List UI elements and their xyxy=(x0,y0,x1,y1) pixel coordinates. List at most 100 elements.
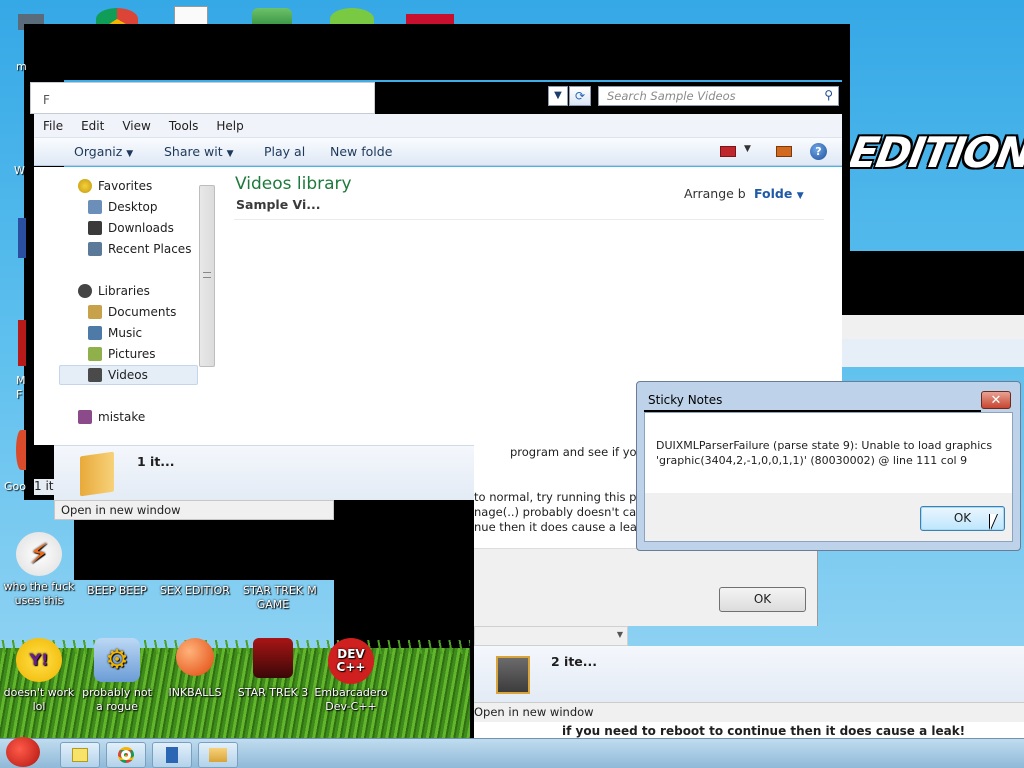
nav-pictures[interactable]: Pictures xyxy=(88,344,156,364)
glitch-region xyxy=(24,24,850,80)
nav-desktop[interactable]: Desktop xyxy=(88,197,158,217)
desktop-icon-rogue[interactable]: ⚙ probably not a rogue xyxy=(78,638,156,714)
nav-favorites-label: Favorites xyxy=(98,179,153,193)
navigation-pane: Favorites Desktop Downloads Recent Place… xyxy=(34,167,216,445)
nav-pictures-label: Pictures xyxy=(108,347,156,361)
nav-music[interactable]: Music xyxy=(88,323,142,343)
details-pane: 1 it... xyxy=(54,445,474,500)
glitch-region xyxy=(842,46,850,251)
nav-downloads[interactable]: Downloads xyxy=(88,218,174,238)
nav-recent-places[interactable]: Recent Places xyxy=(88,239,191,259)
view-options-chevron-icon[interactable]: ▼ xyxy=(744,144,751,154)
folder-icon xyxy=(80,451,114,497)
desktop-icon-beep[interactable]: BEEP BEEP xyxy=(78,584,156,598)
edition-banner-text: EDITION xyxy=(845,128,1024,177)
nav-recent-places-label: Recent Places xyxy=(108,242,192,256)
desktop-icon-sex-editior[interactable]: SEX EDITIOR xyxy=(156,584,234,598)
taskbar-chrome[interactable] xyxy=(106,742,146,768)
dialog-message: DUIXMLParserFailure (parse state 9): Una… xyxy=(656,439,993,452)
desktop-icon-label: BEEP BEEP xyxy=(87,584,147,597)
explorer2-status: Open in new window xyxy=(474,702,1024,722)
sticky-notes-icon xyxy=(72,748,88,762)
scrollbar-grip xyxy=(203,272,211,278)
nav-scrollbar[interactable] xyxy=(199,185,215,367)
arrange-by-label: Arrange b xyxy=(684,186,746,201)
desktop-icon-label: STAR TREK 3 xyxy=(237,686,309,699)
desktop-icon-avast[interactable]: ⚡ who the fuck uses this xyxy=(0,532,78,608)
preview-pane-icon[interactable] xyxy=(776,146,792,157)
help-icon[interactable]: ? xyxy=(810,143,827,160)
nav-documents-label: Documents xyxy=(108,305,177,319)
search-icon: ⚲ xyxy=(824,88,833,102)
play-all-button[interactable]: Play al xyxy=(264,144,305,159)
desktop-icon-star-trek-3[interactable]: STAR TREK 3 xyxy=(234,638,312,700)
menu-item-view[interactable]: View xyxy=(113,119,159,133)
desktop-icon-yahoo[interactable]: Y! doesn't work lol xyxy=(0,638,78,714)
bottom-banner-text: if you need to reboot to continue then i… xyxy=(562,724,966,738)
yahoo-messenger-icon: Y! xyxy=(16,638,62,682)
background-ok-button[interactable]: OK xyxy=(719,587,806,612)
glitch-region xyxy=(842,251,1024,315)
new-folder-button[interactable]: New folde xyxy=(330,144,392,159)
star-icon xyxy=(78,179,92,193)
left-edge-text: Goo xyxy=(4,480,26,493)
nav-music-label: Music xyxy=(108,326,143,340)
inkball-icon xyxy=(176,638,214,676)
taskbar-app[interactable] xyxy=(152,742,192,768)
desktop-icon-inkballs[interactable]: INKBALLS xyxy=(156,638,234,700)
folder-icon xyxy=(78,410,92,424)
menu-item-edit[interactable]: Edit xyxy=(72,119,113,133)
start-button[interactable] xyxy=(0,733,48,768)
header-divider xyxy=(234,219,824,220)
menu-item-tools[interactable]: Tools xyxy=(160,119,208,133)
desktop-icon-label: probably not a rogue xyxy=(82,686,152,713)
nav-favorites[interactable]: Favorites xyxy=(78,176,152,196)
refresh-button[interactable]: ⟳ xyxy=(569,86,591,106)
gears-icon: ⚙ xyxy=(94,638,140,682)
downloads-folder-icon xyxy=(88,221,102,235)
glitch-region xyxy=(74,520,474,580)
taskbar-explorer[interactable] xyxy=(198,742,238,768)
desktop-icon-devcpp[interactable]: DEV C++ Embarcadero Dev-C++ xyxy=(312,638,390,714)
status-fragment: 1 it xyxy=(34,479,54,495)
explorer2-scroll-strip: ▼ xyxy=(474,626,628,646)
chevron-down-icon: ▼ xyxy=(226,149,234,159)
organize-label: Organiz xyxy=(74,144,123,159)
chevron-down-icon: ▼ xyxy=(126,149,134,159)
lightning-icon: ⚡ xyxy=(16,532,62,576)
dialog-message-area xyxy=(645,413,1012,493)
menu-item-help[interactable]: Help xyxy=(207,119,252,133)
address-dropdown-button[interactable]: ▼ xyxy=(548,86,568,106)
desktop-icon-label: Embarcadero Dev-C++ xyxy=(314,686,388,713)
explorer2-item-count: 2 ite... xyxy=(551,654,598,669)
open-in-new-window-label: Open in new window xyxy=(61,503,181,517)
left-edge-text: M F xyxy=(16,374,26,401)
organize-button[interactable]: Organiz ▼ xyxy=(74,144,133,159)
desktop-icon-label: SEX EDITIOR xyxy=(160,584,230,597)
glitch-region xyxy=(842,315,1024,339)
nav-libraries[interactable]: Libraries xyxy=(78,281,150,301)
view-options-icon[interactable] xyxy=(720,146,736,157)
taskbar-sticky-notes[interactable] xyxy=(60,742,100,768)
menu-item-file[interactable]: File xyxy=(34,119,72,133)
nav-mistake[interactable]: mistake xyxy=(78,407,145,427)
desktop-icon-m[interactable]: M xyxy=(292,584,332,598)
desktop-icon-label: M xyxy=(307,584,317,597)
background-dialog-line: nage(..) probably doesn't cause xyxy=(474,505,636,519)
taskbar xyxy=(0,737,1024,768)
window-fragment-title: F xyxy=(43,93,50,107)
videos-icon xyxy=(88,368,102,382)
explorer-icon xyxy=(209,748,227,762)
search-input[interactable]: Search Sample Videos ⚲ xyxy=(598,86,839,106)
share-with-label: Share wit xyxy=(164,144,223,159)
scroll-down-icon[interactable]: ▼ xyxy=(617,630,623,639)
close-button[interactable]: ✕ xyxy=(981,391,1011,409)
share-with-button[interactable]: Share wit ▼ xyxy=(164,144,234,159)
nav-documents[interactable]: Documents xyxy=(88,302,176,322)
angry-bird-icon xyxy=(6,737,40,767)
nav-mistake-label: mistake xyxy=(98,410,146,424)
nav-videos[interactable]: Videos xyxy=(88,365,148,385)
arrange-by-value: Folde xyxy=(754,186,793,201)
background-dialog-line: program and see if you xyxy=(510,445,644,459)
arrange-by-dropdown[interactable]: Folde ▼ xyxy=(754,186,804,201)
